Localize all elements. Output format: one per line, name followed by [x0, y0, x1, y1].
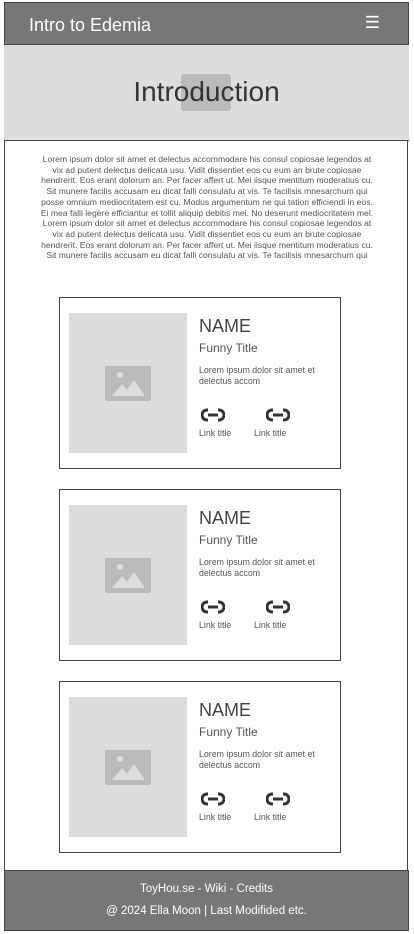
card-link[interactable]: Link title: [254, 792, 304, 822]
card-description: Lorem ipsum dolor sit amet et delectus a…: [199, 557, 315, 578]
link-title: Link title: [199, 812, 232, 822]
link-title: Link title: [254, 812, 287, 822]
card-title: Funny Title: [199, 725, 258, 739]
card-link[interactable]: Link title: [254, 600, 304, 630]
site-title[interactable]: Intro to Edemia: [29, 15, 151, 36]
card-title: Funny Title: [199, 533, 258, 547]
intro-text: Lorem ipsum dolor sit amet et delectus a…: [40, 154, 374, 261]
card-link[interactable]: Link title: [199, 600, 249, 630]
link-icon: [199, 792, 249, 806]
card-name: NAME: [199, 316, 252, 336]
link-icon: [264, 408, 304, 422]
link-title: Link title: [254, 428, 287, 438]
card-image: [69, 697, 187, 837]
hamburger-icon[interactable]: ☰: [365, 13, 380, 33]
card-link[interactable]: Link title: [199, 408, 249, 438]
site-header: Intro to Edemia ☰: [4, 2, 409, 45]
link-title: Link title: [199, 620, 232, 630]
image-placeholder-icon: [105, 558, 151, 593]
card-description: Lorem ipsum dolor sit amet et delectus a…: [199, 365, 315, 386]
link-title: Link title: [199, 428, 232, 438]
profile-card: NAME Funny Title Lorem ipsum dolor sit a…: [59, 681, 341, 853]
profile-card: NAME Funny Title Lorem ipsum dolor sit a…: [59, 297, 341, 469]
footer-links[interactable]: ToyHou.se - Wiki - Credits: [5, 883, 408, 895]
footer-copyright: @ 2024 Ella Moon | Last Modifided etc.: [106, 905, 307, 917]
link-icon: [264, 792, 304, 806]
image-placeholder-icon: [105, 366, 151, 401]
hero-banner: Introduction: [4, 45, 409, 141]
card-image: [69, 505, 187, 645]
card-title: Funny Title: [199, 341, 258, 355]
link-icon: [199, 408, 249, 422]
card-image: [69, 313, 187, 453]
card-link[interactable]: Link title: [254, 408, 304, 438]
card-name: NAME: [199, 508, 252, 528]
card-link[interactable]: Link title: [199, 792, 249, 822]
card-description: Lorem ipsum dolor sit amet et delectus a…: [199, 749, 315, 770]
image-placeholder-icon: [105, 750, 151, 785]
link-icon: [199, 600, 249, 614]
card-name: NAME: [199, 700, 252, 720]
link-icon: [264, 600, 304, 614]
link-title: Link title: [254, 620, 287, 630]
site-footer: ToyHou.se - Wiki - Credits @ 2024 Ella M…: [4, 870, 409, 931]
page-title: Introduction: [133, 76, 280, 107]
profile-card: NAME Funny Title Lorem ipsum dolor sit a…: [59, 489, 341, 661]
